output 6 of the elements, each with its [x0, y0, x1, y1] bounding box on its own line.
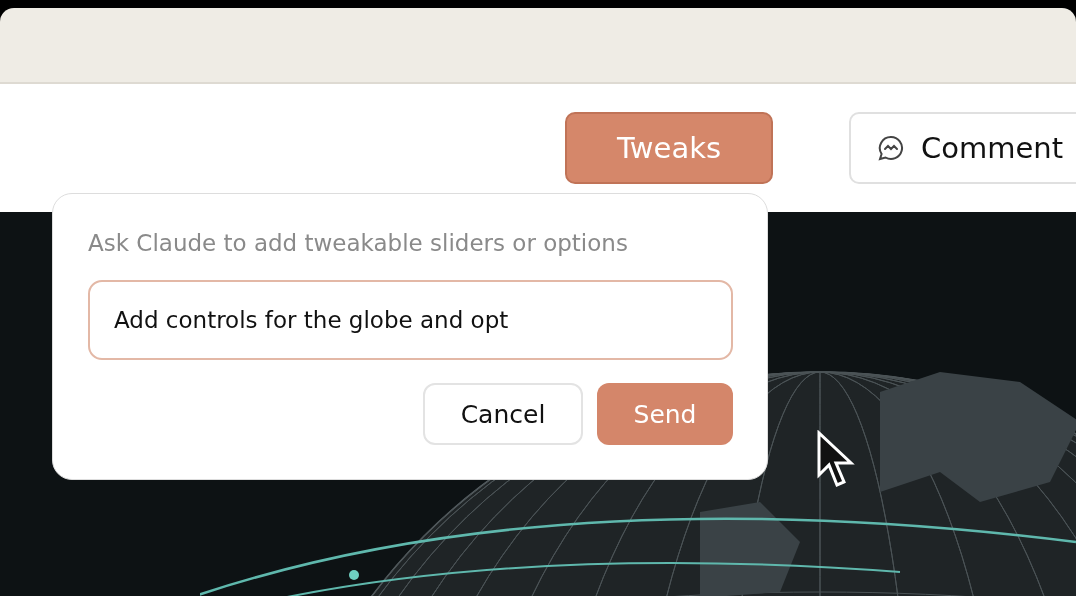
input-field[interactable]: Add controls for the globe and opt: [88, 280, 733, 360]
cancel-button[interactable]: Cancel: [423, 383, 583, 445]
comment-button[interactable]: Comment: [849, 112, 1076, 184]
chat-bubble-icon: [877, 134, 905, 162]
prompt-text: Ask Claude to add tweakable sliders or options: [88, 229, 629, 258]
cursor-icon: [816, 430, 856, 490]
